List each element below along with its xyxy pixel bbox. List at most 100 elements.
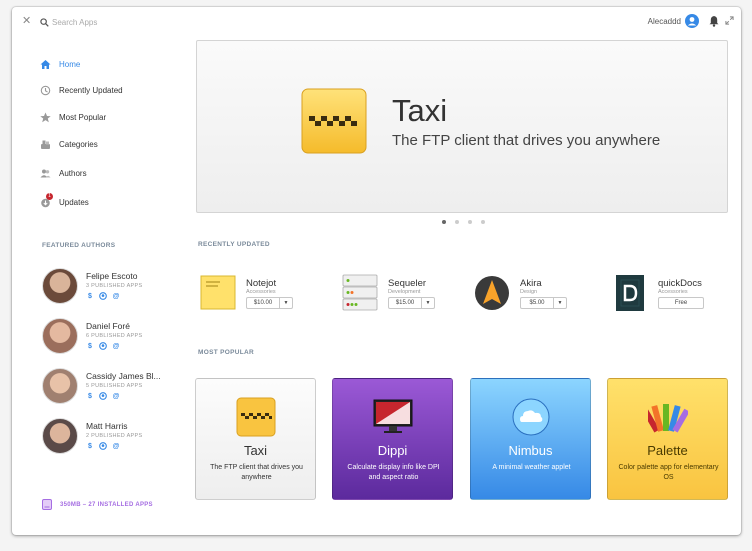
app-category: Accessories: [246, 289, 276, 295]
banner-title: Taxi: [392, 93, 448, 128]
price-value: $5.00: [529, 300, 545, 306]
dollar-icon[interactable]: $: [86, 392, 94, 400]
app-window: ✕ Alecaddd Home: [12, 7, 741, 535]
sidebar-item-recently-updated[interactable]: Recently Updated: [40, 83, 123, 97]
avatar: [42, 318, 78, 354]
updates-icon: 1: [40, 192, 53, 208]
storage-label: 350MB – 27 INSTALLED APPS: [60, 501, 153, 508]
dollar-icon[interactable]: $: [86, 342, 94, 350]
card-description: A minimal weather applet: [492, 464, 571, 471]
price-button[interactable]: $5.00 ▼: [520, 297, 567, 309]
home-icon: [40, 59, 51, 70]
app-name: Akira: [520, 278, 542, 289]
author-links: $ @: [86, 392, 120, 400]
author-app-count: 5 PUBLISHED APPS: [86, 383, 143, 389]
taxi-app-icon: [301, 88, 367, 154]
search-input[interactable]: [52, 17, 192, 27]
mastodon-icon[interactable]: @: [112, 292, 120, 300]
price-button[interactable]: $10.00 ▼: [246, 297, 293, 309]
sidebar-item-authors[interactable]: Authors: [40, 166, 87, 180]
dippi-icon: [373, 399, 413, 433]
sidebar-item-label: Authors: [59, 168, 87, 178]
sidebar-item-label: Recently Updated: [59, 85, 123, 95]
search-box[interactable]: [40, 15, 192, 29]
github-icon[interactable]: [99, 342, 107, 350]
banner-subtitle: The FTP client that drives you anywhere: [392, 132, 661, 149]
featured-authors-label: FEATURED AUTHORS: [42, 242, 116, 249]
carousel-dots: [442, 220, 485, 224]
app-name: Notejot: [246, 278, 277, 289]
popular-app-taxi[interactable]: Taxi The FTP client that drives you anyw…: [195, 378, 316, 500]
recent-app-notejot[interactable]: Notejot Accessories $10.00 ▼: [200, 274, 330, 314]
author-card[interactable]: Daniel Foré 6 PUBLISHED APPS $ @: [42, 316, 182, 356]
recent-app-quickdocs[interactable]: quickDocs Accessories Free: [612, 274, 741, 314]
carousel-dot[interactable]: [481, 220, 485, 224]
card-title: Palette: [647, 443, 688, 458]
featured-banner[interactable]: Taxi The FTP client that drives you anyw…: [196, 40, 728, 213]
mastodon-icon[interactable]: @: [112, 342, 120, 350]
avatar: [42, 368, 78, 404]
popular-app-nimbus[interactable]: Nimbus A minimal weather applet: [470, 378, 591, 500]
authors-icon: [40, 168, 51, 179]
sidebar-item-label: Home: [59, 59, 81, 69]
chevron-down-icon[interactable]: ▼: [279, 298, 292, 308]
akira-icon: [475, 276, 509, 310]
free-button[interactable]: Free: [658, 297, 704, 309]
github-icon[interactable]: [99, 442, 107, 450]
user-avatar-icon[interactable]: [685, 14, 699, 28]
author-card[interactable]: Cassidy James Bl... 5 PUBLISHED APPS $ @: [42, 366, 182, 406]
carousel-dot[interactable]: [442, 220, 446, 224]
header-bar: ✕ Alecaddd: [12, 7, 741, 37]
github-icon[interactable]: [99, 392, 107, 400]
dollar-icon[interactable]: $: [86, 292, 94, 300]
user-name[interactable]: Alecaddd: [648, 17, 681, 26]
avatar: [42, 418, 78, 454]
app-category: Accessories: [658, 289, 688, 295]
taxi-app-icon: [236, 397, 276, 437]
chevron-down-icon[interactable]: ▼: [421, 298, 434, 308]
author-name: Cassidy James Bl...: [86, 371, 161, 381]
sidebar-item-label: Most Popular: [59, 112, 107, 122]
mastodon-icon[interactable]: @: [112, 392, 120, 400]
recent-app-sequeler[interactable]: Sequeler Development $15.00 ▼: [342, 274, 472, 314]
github-icon[interactable]: [99, 292, 107, 300]
app-category: Development: [388, 289, 421, 295]
quickdocs-icon: [616, 275, 644, 311]
price-button[interactable]: $15.00 ▼: [388, 297, 435, 309]
mastodon-icon[interactable]: @: [112, 442, 120, 450]
sidebar-item-home[interactable]: Home: [40, 57, 80, 71]
history-icon: [40, 85, 51, 96]
popular-app-dippi[interactable]: Dippi Calculate display info like DPI an…: [332, 378, 453, 500]
card-title: Dippi: [377, 443, 408, 458]
recent-app-akira[interactable]: Akira Design $5.00 ▼: [474, 274, 604, 314]
chevron-down-icon[interactable]: ▼: [553, 298, 566, 308]
maximize-icon[interactable]: [725, 16, 734, 25]
updates-badge: 1: [46, 192, 53, 200]
sidebar-item-label: Updates: [59, 197, 89, 207]
price-value: $15.00: [395, 300, 415, 306]
sidebar-item-most-popular[interactable]: Most Popular: [40, 110, 106, 124]
drive-icon: [42, 499, 52, 510]
author-name: Matt Harris: [86, 421, 128, 431]
close-icon[interactable]: ✕: [22, 15, 31, 27]
author-card[interactable]: Matt Harris 2 PUBLISHED APPS $ @: [42, 416, 182, 456]
popular-app-palette[interactable]: Palette Color palette app for elementary…: [607, 378, 728, 500]
avatar: [42, 268, 78, 304]
sequeler-icon: [342, 274, 378, 311]
app-name: Sequeler: [388, 278, 427, 289]
dollar-icon[interactable]: $: [86, 442, 94, 450]
sidebar-item-updates[interactable]: 1 Updates: [40, 192, 89, 209]
sidebar-item-label: Categories: [59, 139, 98, 149]
carousel-dot[interactable]: [468, 220, 472, 224]
carousel-dot[interactable]: [455, 220, 459, 224]
bell-icon[interactable]: [709, 15, 719, 27]
card-description: The FTP client that drives you anywhere: [210, 464, 303, 481]
most-popular-label: MOST POPULAR: [198, 349, 254, 356]
author-links: $ @: [86, 442, 120, 450]
sidebar-item-categories[interactable]: Categories: [40, 137, 98, 151]
storage-info[interactable]: 350MB – 27 INSTALLED APPS: [42, 499, 153, 510]
app-name: quickDocs: [658, 278, 702, 289]
author-card[interactable]: Felipe Escoto 3 PUBLISHED APPS $ @: [42, 266, 182, 306]
author-links: $ @: [86, 342, 120, 350]
palette-icon: [648, 404, 688, 433]
